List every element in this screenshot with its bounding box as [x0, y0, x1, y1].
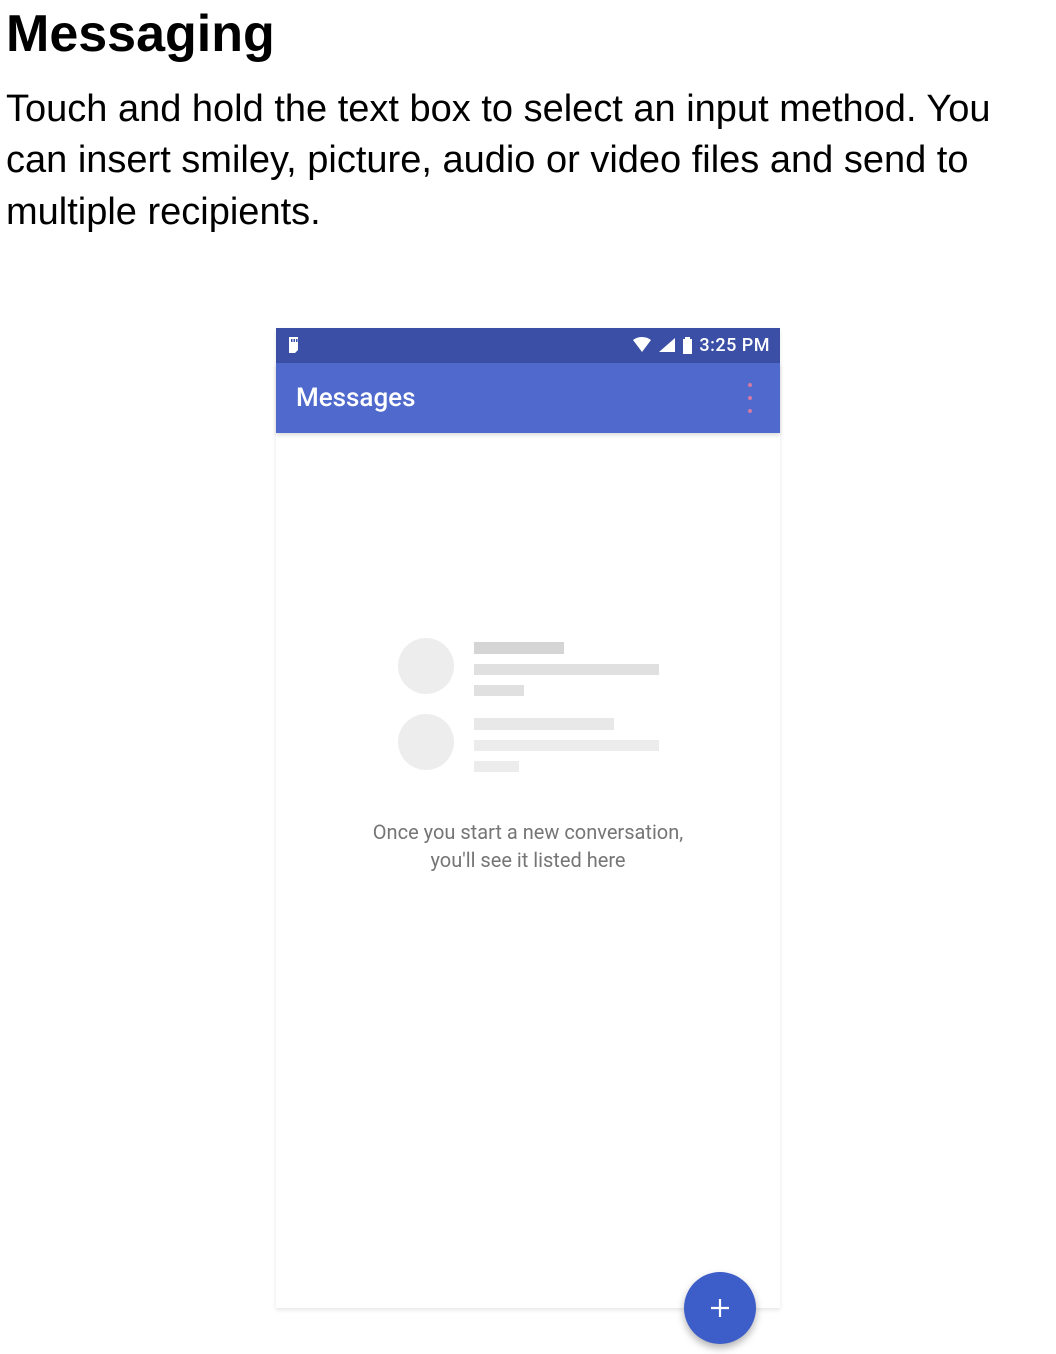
skeleton-row	[398, 714, 659, 772]
app-bar: Messages	[276, 363, 780, 433]
skeleton-avatar-icon	[398, 714, 454, 770]
phone-screenshot: 3:25 PM Messages	[276, 328, 780, 1308]
skeleton-row	[398, 638, 659, 696]
skeleton-line	[474, 718, 614, 730]
sd-card-icon	[286, 336, 302, 354]
skeleton-line	[474, 642, 564, 654]
status-bar: 3:25 PM	[276, 328, 780, 363]
wifi-icon	[632, 337, 652, 353]
skeleton-line	[474, 761, 519, 772]
empty-state-text: Once you start a new conversation, you'l…	[373, 818, 683, 874]
skeleton-line	[474, 664, 659, 675]
page-title: Messaging	[6, 0, 1050, 64]
battery-icon	[682, 337, 693, 354]
status-clock: 3:25 PM	[699, 335, 770, 356]
signal-icon	[658, 337, 676, 353]
app-title: Messages	[296, 383, 416, 413]
plus-icon	[706, 1294, 734, 1322]
page-description: Touch and hold the text box to select an…	[6, 84, 1050, 238]
empty-state-line2: you'll see it listed here	[430, 848, 625, 872]
skeleton-line	[474, 740, 659, 751]
overflow-menu-icon[interactable]	[740, 379, 760, 417]
empty-state: Once you start a new conversation, you'l…	[276, 638, 780, 874]
new-conversation-button[interactable]	[684, 1272, 756, 1344]
skeleton-avatar-icon	[398, 638, 454, 694]
empty-state-line1: Once you start a new conversation,	[373, 820, 683, 844]
skeleton-line	[474, 685, 524, 696]
